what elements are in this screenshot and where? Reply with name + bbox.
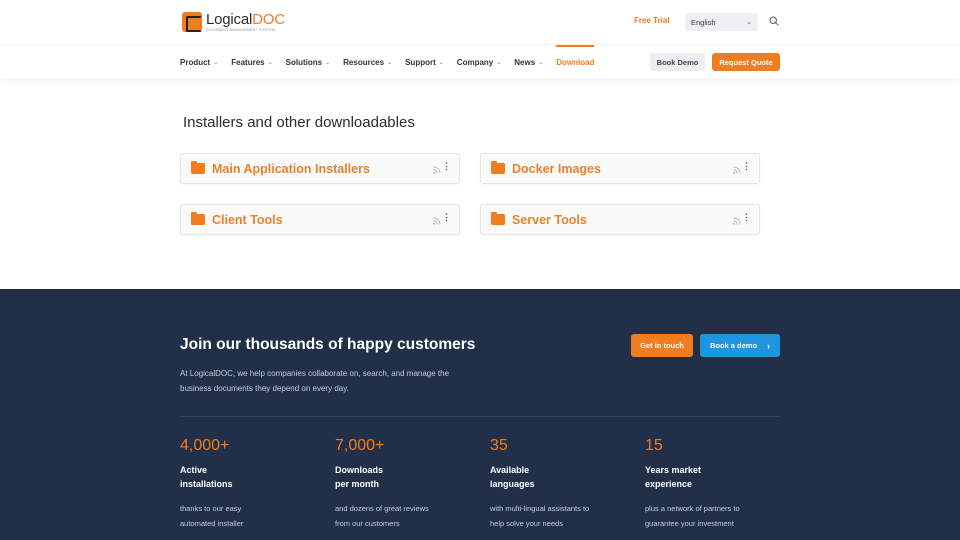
rss-icon[interactable] bbox=[433, 217, 441, 225]
kebab-menu-icon[interactable]: ⋮ bbox=[742, 213, 751, 222]
stat-desc-line1: thanks to our easy bbox=[180, 504, 242, 513]
stat-label-line2: per month bbox=[335, 479, 379, 489]
nav-item-features[interactable]: Features ⌄ bbox=[231, 45, 272, 79]
nav-item-resources[interactable]: Resources ⌄ bbox=[343, 45, 392, 79]
chevron-down-icon: ⌄ bbox=[267, 59, 273, 66]
stat-desc-line1: with multi-lingual assistants to bbox=[490, 504, 590, 513]
stat-number: 7,000+ bbox=[335, 437, 385, 454]
folder-label: Client Tools bbox=[212, 212, 283, 227]
nav-menu: Product ⌄ Features ⌄ Solutions ⌄ Resources ⌄… bbox=[180, 45, 607, 79]
kebab-menu-icon[interactable]: ⋮ bbox=[742, 162, 751, 171]
stat-label-line2: languages bbox=[490, 479, 535, 489]
chevron-down-icon: ⌄ bbox=[496, 59, 502, 66]
rss-icon[interactable] bbox=[733, 166, 741, 174]
chevron-down-icon: ⌄ bbox=[213, 59, 219, 66]
kebab-menu-icon[interactable]: ⋮ bbox=[442, 162, 451, 171]
free-trial-link[interactable]: Free Trial bbox=[634, 16, 670, 25]
stat-label-line2: installations bbox=[180, 479, 233, 489]
folder-label: Server Tools bbox=[512, 212, 587, 227]
stat-number: 35 bbox=[490, 437, 508, 454]
page-title: Installers and other downloadables bbox=[183, 114, 415, 131]
top-bar: LogicalDOC DOCUMENT MANAGEMENT SYSTEM Fr… bbox=[0, 0, 960, 44]
search-icon[interactable] bbox=[769, 16, 779, 26]
stat-active-installations: 4,000+ Active installations thanks to our… bbox=[180, 437, 330, 531]
nav-item-solutions[interactable]: Solutions ⌄ bbox=[286, 45, 330, 79]
stat-languages: 35 Available languages with multi-lingual… bbox=[490, 437, 640, 531]
folder-icon bbox=[191, 212, 205, 225]
folder-docker-images[interactable]: Docker Images ⋮ bbox=[480, 153, 760, 184]
stat-label-line2: experience bbox=[645, 479, 693, 489]
nav-item-download[interactable]: Download bbox=[556, 45, 595, 79]
folder-server-tools[interactable]: Server Tools ⋮ bbox=[480, 204, 760, 235]
nav-item-news[interactable]: News ⌄ bbox=[514, 45, 543, 79]
stat-desc-line2: from our customers bbox=[335, 519, 400, 528]
logo-name-part1: Logical bbox=[206, 11, 253, 28]
stat-desc-line2: guarantee your investment bbox=[645, 519, 734, 528]
chevron-down-icon: ⌄ bbox=[438, 59, 444, 66]
stat-number: 15 bbox=[645, 437, 663, 454]
logo[interactable]: LogicalDOC DOCUMENT MANAGEMENT SYSTEM bbox=[182, 12, 285, 33]
cta-title: Join our thousands of happy customers bbox=[180, 336, 476, 353]
stat-label-line1: Downloads bbox=[335, 465, 384, 475]
stat-downloads: 7,000+ Downloads per month and dozens of … bbox=[335, 437, 485, 531]
chevron-right-icon: › bbox=[767, 340, 771, 351]
main-navigation: Product ⌄ Features ⌄ Solutions ⌄ Resources ⌄… bbox=[0, 44, 960, 78]
cta-description: At LogicalDOC, we help companies collabo… bbox=[180, 369, 450, 393]
stat-number: 4,000+ bbox=[180, 437, 230, 454]
stat-label-line1: Years market bbox=[645, 465, 702, 475]
rss-icon[interactable] bbox=[433, 166, 441, 174]
logo-name-part2: DOC bbox=[252, 11, 285, 28]
rss-icon[interactable] bbox=[733, 217, 741, 225]
stat-years-experience: 15 Years market experience plus a network… bbox=[645, 437, 795, 531]
book-a-demo-label: Book a demo bbox=[709, 341, 758, 350]
folder-label: Main Application Installers bbox=[212, 161, 370, 176]
chevron-down-icon: ⌄ bbox=[387, 59, 393, 66]
stat-desc-line1: and dozens of great reviews bbox=[335, 504, 429, 513]
book-demo-button[interactable]: Book Demo bbox=[650, 53, 705, 71]
request-quote-button[interactable]: Request Quote bbox=[712, 53, 780, 71]
nav-item-product[interactable]: Product ⌄ bbox=[180, 45, 218, 79]
get-in-touch-button[interactable]: Get in touch bbox=[631, 334, 693, 357]
stat-desc-line1: plus a network of partners to bbox=[645, 504, 740, 513]
stat-desc-line2: help solve your needs bbox=[490, 519, 563, 528]
folder-icon bbox=[491, 161, 505, 174]
folder-main-application-installers[interactable]: Main Application Installers ⋮ bbox=[180, 153, 460, 184]
stat-label-line1: Active bbox=[180, 465, 208, 475]
folder-label: Docker Images bbox=[512, 161, 601, 176]
folder-icon bbox=[491, 212, 505, 225]
logo-tagline: DOCUMENT MANAGEMENT SYSTEM bbox=[206, 28, 276, 32]
chevron-down-icon: ⌄ bbox=[538, 59, 544, 66]
language-select[interactable]: English ⌄ bbox=[685, 13, 758, 31]
stat-desc-line2: automated installer bbox=[180, 519, 244, 528]
folder-icon bbox=[191, 161, 205, 174]
stat-label-line1: Available bbox=[490, 465, 530, 475]
divider bbox=[180, 416, 780, 417]
chevron-down-icon: ⌄ bbox=[746, 19, 752, 26]
chevron-down-icon: ⌄ bbox=[325, 59, 331, 66]
customers-cta-section: Join our thousands of happy customers Ge… bbox=[0, 289, 960, 540]
logo-mark-icon bbox=[182, 12, 202, 33]
kebab-menu-icon[interactable]: ⋮ bbox=[442, 213, 451, 222]
nav-item-support[interactable]: Support ⌄ bbox=[405, 45, 444, 79]
book-a-demo-button[interactable]: Book a demo › bbox=[700, 334, 780, 357]
folder-client-tools[interactable]: Client Tools ⋮ bbox=[180, 204, 460, 235]
nav-item-company[interactable]: Company ⌄ bbox=[457, 45, 501, 79]
language-select-value: English bbox=[691, 17, 716, 27]
